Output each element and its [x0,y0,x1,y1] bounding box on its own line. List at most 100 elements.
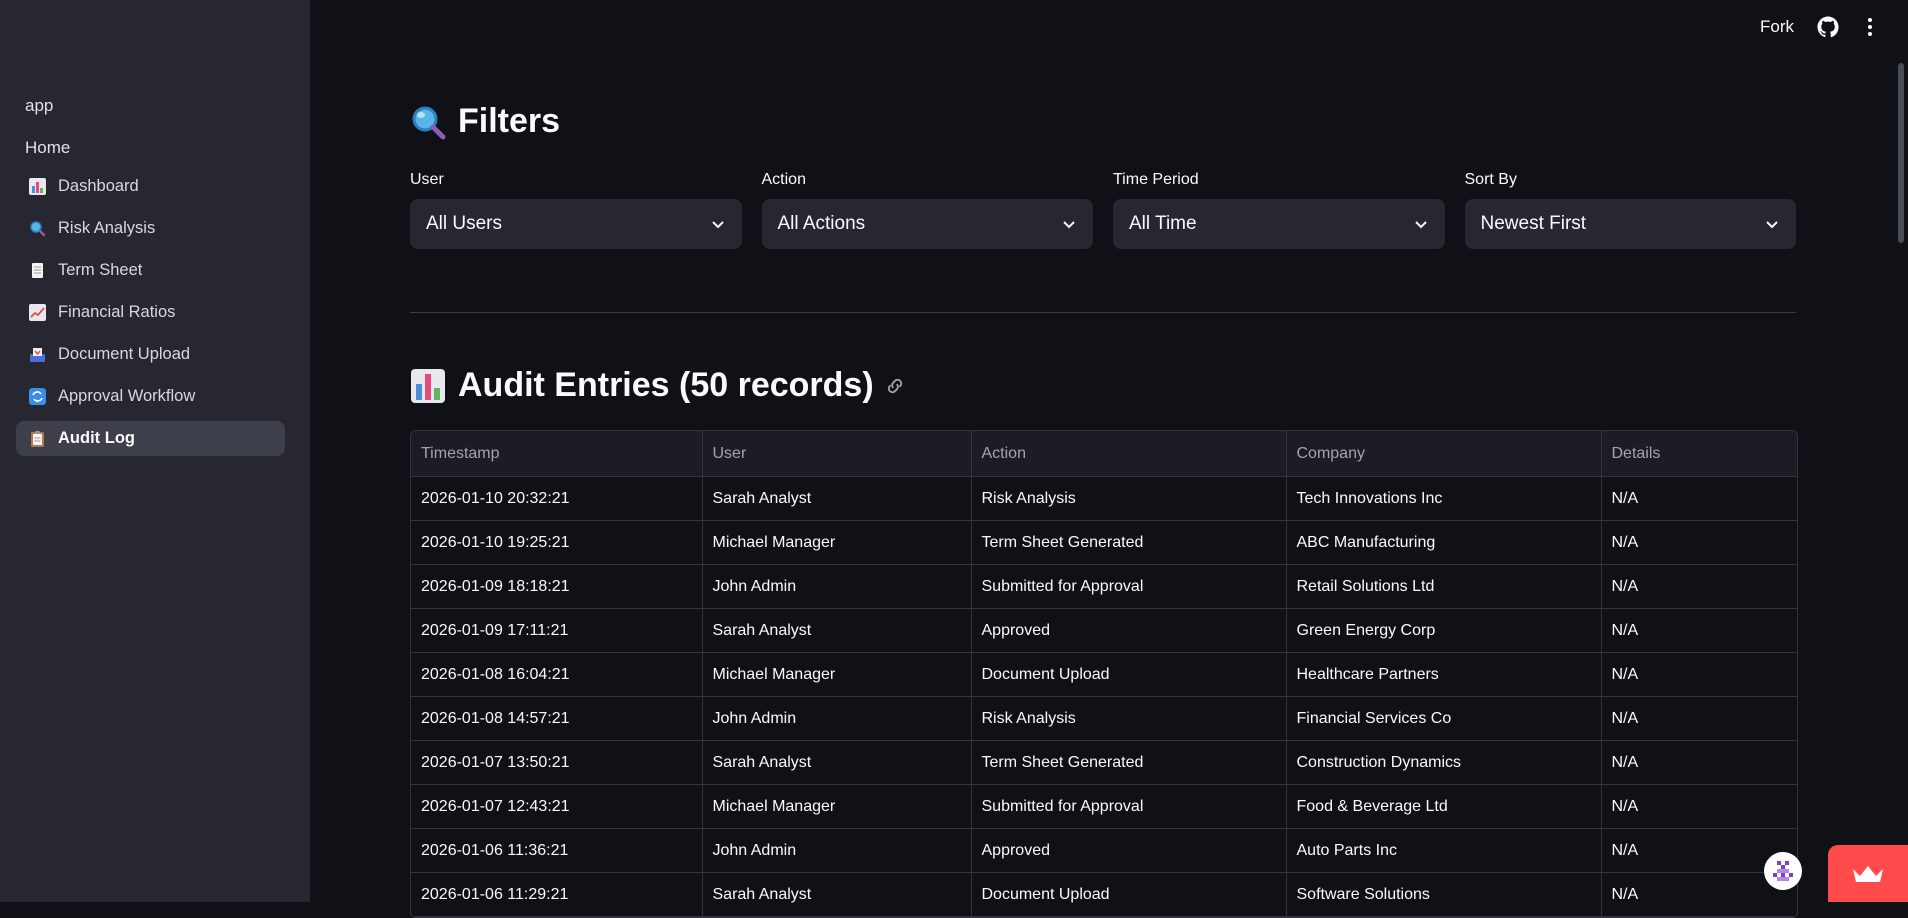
column-header-user[interactable]: User [702,431,972,477]
table-cell[interactable]: 2026-01-10 20:32:21 [411,476,703,521]
table-cell[interactable]: Retail Solutions Ltd [1286,564,1602,609]
magnifier-icon [412,106,446,139]
table-row: 2026-01-06 11:29:21 Sarah Analyst Docume… [411,872,1797,917]
filter-label: Sort By [1464,171,1517,188]
table-cell[interactable]: 2026-01-07 12:43:21 [411,784,703,829]
table-row: 2026-01-07 13:50:21 Sarah Analyst Term S… [411,740,1797,785]
column-header-company[interactable]: Company [1286,431,1602,477]
select-value: All Time [1129,213,1197,234]
table-cell[interactable]: Sarah Analyst [702,872,972,917]
filter-label: Action [761,171,806,188]
table-cell[interactable]: N/A [1601,652,1797,697]
filters-heading: Filters [410,102,560,141]
table-cell[interactable]: Document Upload [971,652,1287,697]
table-cell[interactable]: Approved [971,608,1287,653]
sidebar-item-audit-log[interactable]: Audit Log [16,421,285,456]
sidebar-item-label: Term Sheet [58,261,143,279]
sidebar-item-risk-analysis[interactable]: Risk Analysis [16,211,285,246]
table-cell[interactable]: Sarah Analyst [702,608,972,653]
table-cell[interactable]: N/A [1601,740,1797,785]
table-cell[interactable]: Submitted for Approval [971,784,1287,829]
table-cell[interactable]: Green Energy Corp [1286,608,1602,653]
audit-table[interactable]: Timestamp User Action Company Details 20… [410,430,1798,918]
table-row: 2026-01-08 16:04:21 Michael Manager Docu… [411,652,1797,697]
sort-by-select[interactable]: Newest First [1464,199,1796,249]
viewer-badge[interactable] [1764,852,1802,890]
table-cell[interactable]: John Admin [702,696,972,741]
sidebar-item-label: Approval Workflow [58,387,196,405]
scrollbar[interactable] [1898,63,1904,243]
table-row: 2026-01-10 20:32:21 Sarah Analyst Risk A… [411,476,1797,521]
table-cell[interactable]: Term Sheet Generated [971,740,1287,785]
table-cell[interactable]: Risk Analysis [971,476,1287,521]
inbox-tray-icon [29,346,46,363]
table-cell[interactable]: Construction Dynamics [1286,740,1602,785]
table-cell[interactable]: John Admin [702,828,972,873]
kebab-menu-icon[interactable] [1862,16,1878,38]
streamlit-hosted-badge[interactable] [1828,845,1908,902]
sidebar-app-link[interactable]: app [25,96,53,116]
github-icon[interactable] [1817,16,1839,38]
link-icon[interactable] [884,375,906,397]
sidebar-item-dashboard[interactable]: Dashboard [16,169,285,204]
table-cell[interactable]: N/A [1601,696,1797,741]
table-cell[interactable]: 2026-01-08 14:57:21 [411,696,703,741]
sidebar-home-link[interactable]: Home [25,138,70,158]
table-cell[interactable]: N/A [1601,564,1797,609]
table-cell[interactable]: Approved [971,828,1287,873]
table-cell[interactable]: ABC Manufacturing [1286,520,1602,565]
filter-label: Time Period [1113,171,1199,188]
table-cell[interactable]: Term Sheet Generated [971,520,1287,565]
time-period-filter: Time Period All Time [1113,171,1445,249]
table-cell[interactable]: 2026-01-07 13:50:21 [411,740,703,785]
table-cell[interactable]: Sarah Analyst [702,740,972,785]
column-header-timestamp[interactable]: Timestamp [411,431,703,477]
table-cell[interactable]: 2026-01-06 11:29:21 [411,872,703,917]
select-value: All Actions [777,213,866,234]
table-cell[interactable]: 2026-01-09 17:11:21 [411,608,703,653]
sidebar-item-financial-ratios[interactable]: Financial Ratios [16,295,285,330]
table-cell[interactable]: Auto Parts Inc [1286,828,1602,873]
sidebar: app Home Dashboard Risk Analysis Term Sh… [0,0,310,902]
table-row: 2026-01-06 11:36:21 John Admin Approved … [411,828,1797,873]
page-icon [29,262,46,279]
table-cell[interactable]: Tech Innovations Inc [1286,476,1602,521]
pixel-avatar-icon [1768,856,1798,886]
table-cell[interactable]: Food & Beverage Ltd [1286,784,1602,829]
table-cell[interactable]: N/A [1601,784,1797,829]
table-cell[interactable]: 2026-01-10 19:25:21 [411,520,703,565]
table-cell[interactable]: Software Solutions [1286,872,1602,917]
column-header-details[interactable]: Details [1601,431,1797,477]
sidebar-nav: Dashboard Risk Analysis Term Sheet Finan… [16,169,285,463]
fork-button[interactable]: Fork [1760,17,1794,37]
table-cell[interactable]: Sarah Analyst [702,476,972,521]
table-cell[interactable]: Document Upload [971,872,1287,917]
table-cell[interactable]: Risk Analysis [971,696,1287,741]
table-cell[interactable]: N/A [1601,476,1797,521]
table-cell[interactable]: John Admin [702,564,972,609]
sidebar-item-term-sheet[interactable]: Term Sheet [16,253,285,288]
user-select[interactable]: All Users [410,199,742,249]
column-header-action[interactable]: Action [971,431,1287,477]
table-cell[interactable]: Michael Manager [702,784,972,829]
table-header-row: Timestamp User Action Company Details [411,431,1797,477]
sidebar-item-approval-workflow[interactable]: Approval Workflow [16,379,285,414]
sidebar-item-document-upload[interactable]: Document Upload [16,337,285,372]
bar-chart-icon [29,178,46,195]
table-cell[interactable]: 2026-01-06 11:36:21 [411,828,703,873]
table-cell[interactable]: 2026-01-09 18:18:21 [411,564,703,609]
arrows-cycle-icon [29,388,46,405]
table-cell[interactable]: Michael Manager [702,520,972,565]
table-cell[interactable]: Michael Manager [702,652,972,697]
table-cell[interactable]: Submitted for Approval [971,564,1287,609]
table-cell[interactable]: Financial Services Co [1286,696,1602,741]
magnifier-icon [29,220,46,237]
filter-label: User [410,171,444,188]
table-cell[interactable]: Healthcare Partners [1286,652,1602,697]
table-cell[interactable]: 2026-01-08 16:04:21 [411,652,703,697]
table-cell[interactable]: N/A [1601,520,1797,565]
table-cell[interactable]: N/A [1601,608,1797,653]
action-select[interactable]: All Actions [761,199,1093,249]
sidebar-item-label: Risk Analysis [58,219,156,237]
time-period-select[interactable]: All Time [1113,199,1445,249]
